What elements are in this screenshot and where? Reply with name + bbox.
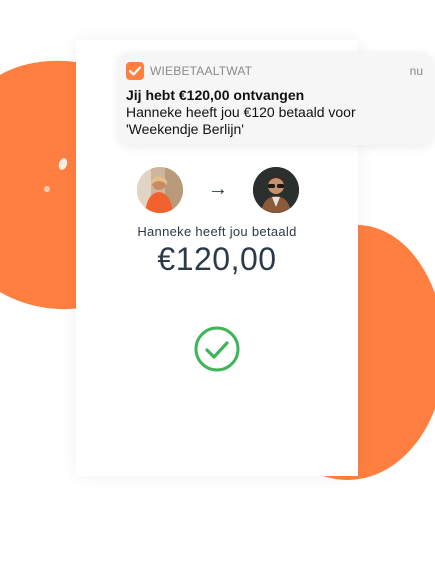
notification-body: Hanneke heeft jou €120 betaald voor 'Wee… xyxy=(126,104,356,137)
recipient-avatar xyxy=(253,167,299,213)
arrow-right-icon: → xyxy=(208,178,228,200)
notification-header: WIEBETAALTWAT nu xyxy=(126,61,423,81)
stage: WIEBETAALTWAT nu Jij hebt €120,00 ontvan… xyxy=(0,0,435,574)
decorative-sparkle xyxy=(44,186,50,192)
sender-avatar xyxy=(137,167,183,213)
payment-amount: €120,00 xyxy=(157,241,277,277)
notification-app-name: WIEBETAALTWAT xyxy=(150,64,253,78)
success-check-icon xyxy=(194,326,240,372)
push-notification[interactable]: WIEBETAALTWAT nu Jij hebt €120,00 ontvan… xyxy=(118,52,433,145)
notification-title: Jij hebt €120,00 ontvangen xyxy=(126,87,305,103)
notification-time: nu xyxy=(409,64,423,78)
wiebetaaltwat-check-icon xyxy=(126,62,144,80)
paid-label: Hanneke heeft jou betaald xyxy=(137,224,297,239)
